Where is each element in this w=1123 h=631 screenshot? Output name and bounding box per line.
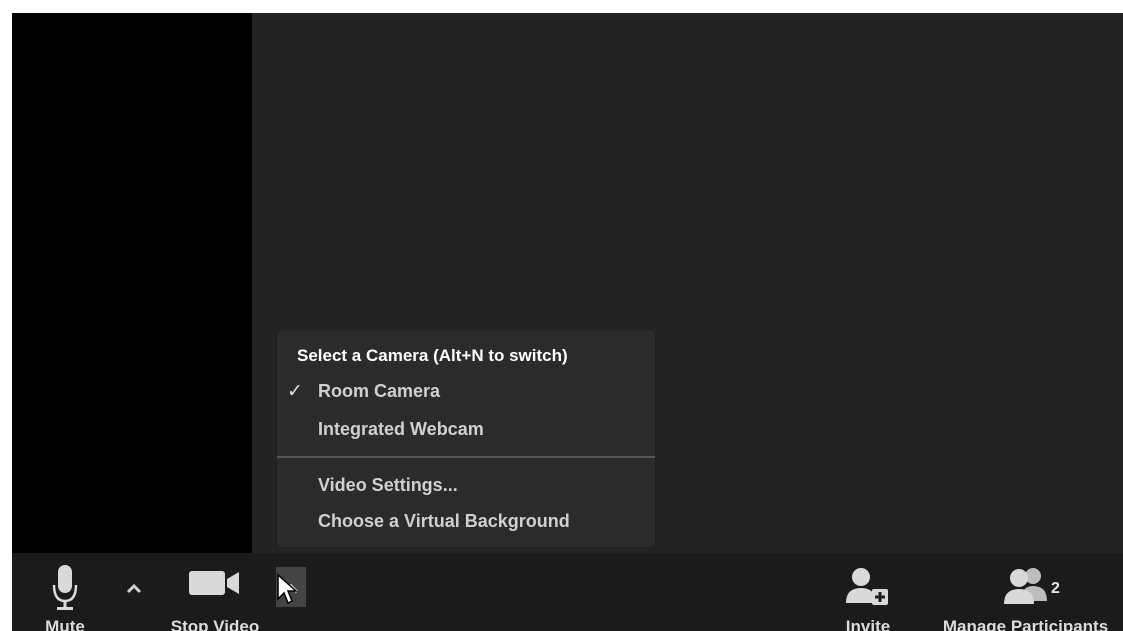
- menu-divider: [277, 456, 655, 458]
- menu-item-integrated-webcam[interactable]: Integrated Webcam: [277, 412, 655, 446]
- menu-item-virtual-background[interactable]: Choose a Virtual Background: [277, 504, 655, 538]
- participant-count-badge: 2: [1051, 580, 1060, 597]
- stop-video-label: Stop Video: [170, 617, 260, 631]
- invite-button[interactable]: Invite: [828, 553, 908, 631]
- manage-participants-button[interactable]: 2 Manage Participants: [928, 553, 1123, 631]
- camera-menu: Select a Camera (Alt+N to switch) ✓ Room…: [277, 330, 655, 547]
- menu-item-label: Video Settings...: [318, 475, 458, 495]
- manage-participants-label: Manage Participants: [942, 617, 1109, 631]
- stop-video-button[interactable]: Stop Video: [160, 553, 270, 631]
- chevron-up-icon: [126, 583, 142, 594]
- camera-menu-header: Select a Camera (Alt+N to switch): [297, 346, 568, 365]
- meeting-window: Select a Camera (Alt+N to switch) ✓ Room…: [12, 13, 1123, 631]
- microphone-icon: [52, 565, 78, 610]
- menu-item-label: Room Camera: [318, 381, 441, 401]
- menu-item-label: Choose a Virtual Background: [318, 511, 570, 531]
- menu-item-room-camera[interactable]: ✓ Room Camera: [277, 374, 655, 408]
- mouse-cursor-icon: [277, 573, 298, 605]
- add-user-icon: [846, 568, 888, 605]
- checkmark-icon: ✓: [287, 381, 303, 402]
- menu-item-video-settings[interactable]: Video Settings...: [277, 468, 655, 502]
- meeting-toolbar: Mute Stop Video Invite 2 Manage Particip…: [12, 553, 1123, 631]
- screen: Select a Camera (Alt+N to switch) ✓ Room…: [0, 0, 1123, 631]
- mute-button[interactable]: Mute: [20, 553, 110, 631]
- audio-options-button[interactable]: [119, 567, 149, 607]
- mute-label: Mute: [45, 617, 85, 631]
- video-camera-icon: [189, 571, 239, 595]
- menu-item-label: Integrated Webcam: [318, 419, 484, 439]
- invite-label: Invite: [845, 617, 891, 631]
- video-tile-left: [12, 13, 252, 553]
- participants-icon: [1003, 568, 1047, 604]
